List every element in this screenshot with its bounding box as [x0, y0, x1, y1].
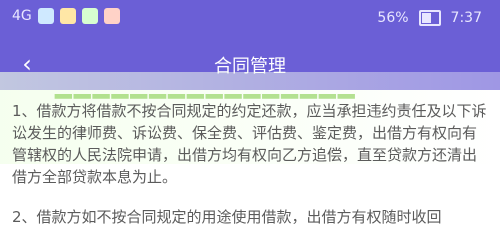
contract-paragraph-2: 2、借款方如不按合同规定的用途使用借款，出借方有权随时收回: [12, 208, 442, 226]
status-left: 4G: [12, 8, 120, 24]
app-icon-4: [103, 8, 120, 24]
battery-icon: [418, 10, 441, 26]
status-right: 56% 7:37: [377, 10, 482, 26]
app-icon-2: [59, 8, 76, 24]
app-icon-3: [81, 8, 98, 24]
status-bar: 4G 56% 7:37: [0, 0, 500, 39]
page-title: 合同管理: [214, 56, 286, 77]
time: 7:37: [450, 10, 482, 26]
signal-indicator: 4G: [12, 8, 32, 24]
contract-paragraph-1: 1、借款方将借款不按合同规定的约定还款，应当承担违约责任及以下诉讼发生的律师费、…: [12, 102, 487, 186]
contract-content: 1、借款方将借款不按合同规定的约定还款，应当承担违约责任及以下诉讼发生的律师费、…: [0, 90, 500, 250]
battery-percent: 56%: [377, 10, 409, 26]
app-icon-1: [37, 8, 54, 24]
